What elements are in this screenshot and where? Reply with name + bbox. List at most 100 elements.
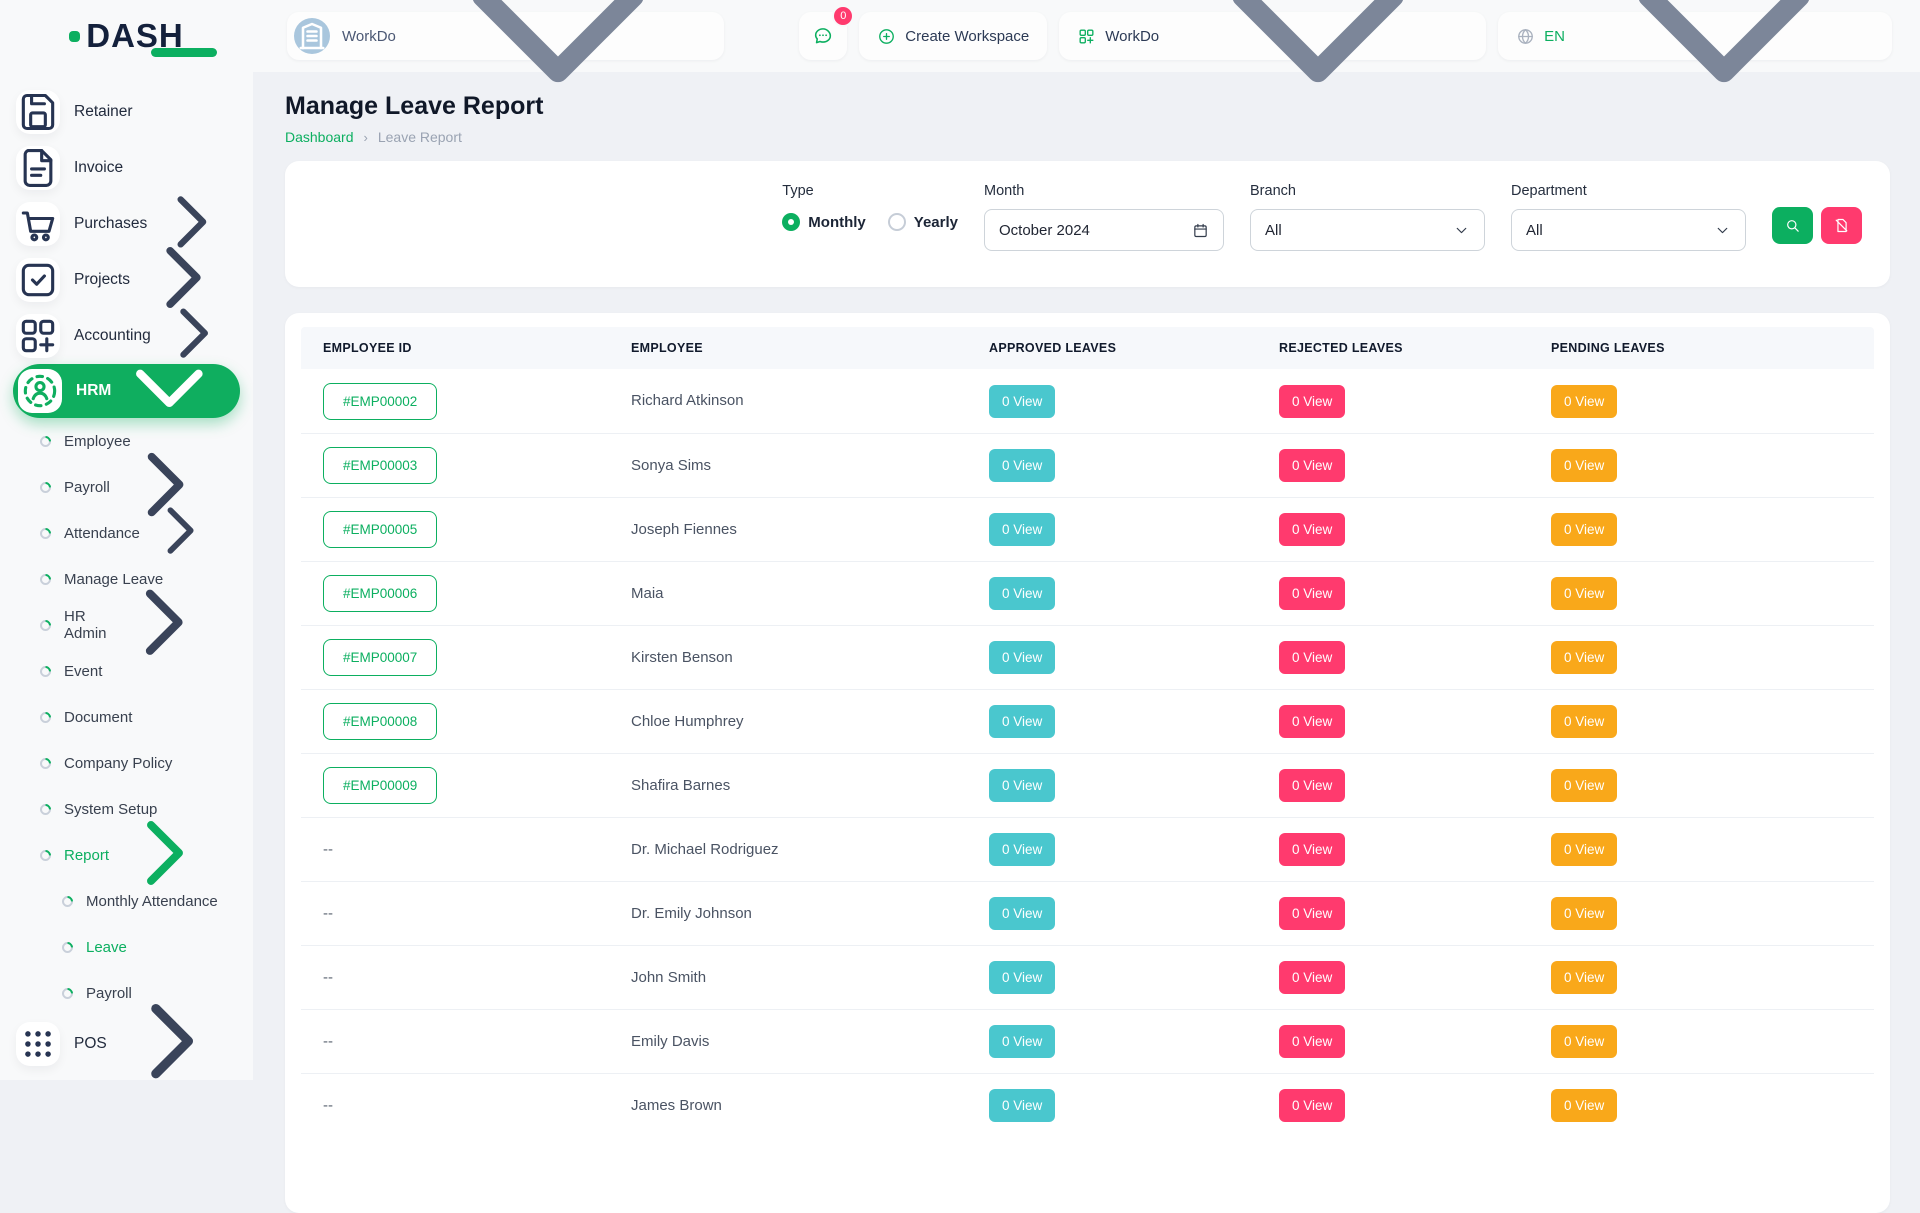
type-radio-row: Monthly Yearly (782, 213, 958, 231)
pending-leaves-view-button[interactable]: 0 View (1551, 513, 1617, 546)
table-row: --John Smith0 View0 View0 View (301, 945, 1874, 1009)
employee-id-pill[interactable]: #EMP00006 (323, 575, 437, 612)
employee-id-pill[interactable]: #EMP00009 (323, 767, 437, 804)
employee-id-empty: -- (323, 1097, 333, 1114)
pending-leaves-view-button[interactable]: 0 View (1551, 449, 1617, 482)
rejected-leaves-view-button[interactable]: 0 View (1279, 897, 1345, 930)
radio-unselected-icon (888, 213, 906, 231)
col-employee: EMPLOYEE (631, 341, 989, 355)
rejected-leaves-view-button[interactable]: 0 View (1279, 449, 1345, 482)
employee-id-pill[interactable]: #EMP00003 (323, 447, 437, 484)
employee-id-pill[interactable]: #EMP00005 (323, 511, 437, 548)
pending-leaves-view-button[interactable]: 0 View (1551, 833, 1617, 866)
search-button[interactable] (1772, 207, 1813, 244)
logo-bar-icon (151, 48, 217, 57)
rejected-leaves-view-button-cell: 0 View (1279, 769, 1551, 802)
sidebar-item-retainer[interactable]: Retainer (0, 84, 253, 140)
pending-leaves-view-button[interactable]: 0 View (1551, 705, 1617, 738)
sidebar-item-company-policy[interactable]: Company Policy (0, 740, 253, 786)
table-row: --Dr. Michael Rodriguez0 View0 View0 Vie… (301, 817, 1874, 881)
chevron-down-icon (1714, 222, 1731, 239)
sidebar-item-pos[interactable]: POS (0, 1016, 253, 1072)
employee-id-pill[interactable]: #EMP00007 (323, 639, 437, 676)
rejected-leaves-view-button-cell: 0 View (1279, 449, 1551, 482)
employee-id-pill[interactable]: #EMP00002 (323, 383, 437, 420)
approved-leaves-view-button[interactable]: 0 View (989, 513, 1055, 546)
employee-id-pill[interactable]: #EMP00008 (323, 703, 437, 740)
rejected-leaves-view-button[interactable]: 0 View (1279, 961, 1345, 994)
bullet-icon (38, 617, 54, 633)
employee-id-cell: #EMP00002 (301, 383, 631, 420)
pending-leaves-view-button[interactable]: 0 View (1551, 961, 1617, 994)
pending-leaves-view-button[interactable]: 0 View (1551, 577, 1617, 610)
approved-leaves-view-button[interactable]: 0 View (989, 1025, 1055, 1058)
bullet-icon (60, 893, 76, 909)
table-row: --Emily Davis0 View0 View0 View (301, 1009, 1874, 1073)
bullet-icon (38, 433, 54, 449)
radio-monthly[interactable]: Monthly (782, 213, 866, 231)
brand-logo[interactable]: DASH (0, 17, 253, 55)
approved-leaves-view-button[interactable]: 0 View (989, 833, 1055, 866)
approved-leaves-view-button[interactable]: 0 View (989, 449, 1055, 482)
approved-leaves-view-button-cell: 0 View (989, 449, 1279, 482)
type-label: Type (782, 183, 958, 199)
workspace-selector[interactable]: WorkDo (287, 12, 724, 60)
department-filter-group: Department All (1511, 183, 1746, 251)
rejected-leaves-view-button[interactable]: 0 View (1279, 513, 1345, 546)
employee-id-cell: -- (301, 841, 631, 859)
pending-leaves-view-button[interactable]: 0 View (1551, 897, 1617, 930)
approved-leaves-view-button[interactable]: 0 View (989, 769, 1055, 802)
pending-leaves-view-button[interactable]: 0 View (1551, 385, 1617, 418)
create-workspace-button[interactable]: Create Workspace (859, 12, 1047, 60)
projects-icon (16, 258, 60, 302)
month-input[interactable]: October 2024 (984, 209, 1224, 251)
approved-leaves-view-button[interactable]: 0 View (989, 385, 1055, 418)
sidebar-item-leave[interactable]: Leave (0, 924, 253, 970)
logo-dot-icon (69, 31, 80, 42)
pending-leaves-view-button[interactable]: 0 View (1551, 1089, 1617, 1122)
approved-leaves-view-button-cell: 0 View (989, 833, 1279, 866)
approved-leaves-view-button-cell: 0 View (989, 1025, 1279, 1058)
approved-leaves-view-button[interactable]: 0 View (989, 961, 1055, 994)
employee-name-cell: James Brown (631, 1097, 989, 1115)
create-workspace-label: Create Workspace (905, 28, 1029, 45)
employee-name: Emily Davis (631, 1033, 709, 1050)
pending-leaves-view-button[interactable]: 0 View (1551, 641, 1617, 674)
sidebar-item-report[interactable]: Report (0, 832, 253, 878)
rejected-leaves-view-button[interactable]: 0 View (1279, 385, 1345, 418)
rejected-leaves-view-button[interactable]: 0 View (1279, 641, 1345, 674)
approved-leaves-view-button[interactable]: 0 View (989, 641, 1055, 674)
branch-select[interactable]: All (1250, 209, 1485, 251)
approved-leaves-view-button[interactable]: 0 View (989, 577, 1055, 610)
pending-leaves-view-button-cell: 0 View (1551, 705, 1874, 738)
messages-button[interactable]: 0 (799, 12, 847, 60)
table-row: #EMP00009Shafira Barnes0 View0 View0 Vie… (301, 753, 1874, 817)
rejected-leaves-view-button[interactable]: 0 View (1279, 833, 1345, 866)
pending-leaves-view-button[interactable]: 0 View (1551, 1025, 1617, 1058)
employee-name: Kirsten Benson (631, 649, 733, 666)
employee-name-cell: Shafira Barnes (631, 777, 989, 795)
sidebar-item-document[interactable]: Document (0, 694, 253, 740)
approved-leaves-view-button[interactable]: 0 View (989, 1089, 1055, 1122)
language-selector[interactable]: EN (1498, 12, 1892, 60)
hrm-icon (18, 369, 62, 413)
bullet-icon (38, 479, 54, 495)
pending-leaves-view-button[interactable]: 0 View (1551, 769, 1617, 802)
sidebar-item-hr-admin[interactable]: HR Admin (0, 602, 253, 648)
approved-leaves-view-button[interactable]: 0 View (989, 705, 1055, 738)
rejected-leaves-view-button[interactable]: 0 View (1279, 769, 1345, 802)
sidebar-item-hrm[interactable]: HRM (13, 364, 240, 418)
radio-yearly[interactable]: Yearly (888, 213, 958, 231)
rejected-leaves-view-button[interactable]: 0 View (1279, 1089, 1345, 1122)
rejected-leaves-view-button[interactable]: 0 View (1279, 577, 1345, 610)
department-select[interactable]: All (1511, 209, 1746, 251)
workdo-menu-button[interactable]: WorkDo (1059, 12, 1486, 60)
rejected-leaves-view-button[interactable]: 0 View (1279, 1025, 1345, 1058)
breadcrumb-dashboard-link[interactable]: Dashboard (285, 129, 354, 145)
approved-leaves-view-button[interactable]: 0 View (989, 897, 1055, 930)
sidebar-item-label: Attendance (64, 525, 140, 542)
month-filter-group: Month October 2024 (984, 183, 1224, 251)
reset-filters-button[interactable] (1821, 207, 1862, 244)
accounting-icon (16, 314, 60, 358)
rejected-leaves-view-button[interactable]: 0 View (1279, 705, 1345, 738)
